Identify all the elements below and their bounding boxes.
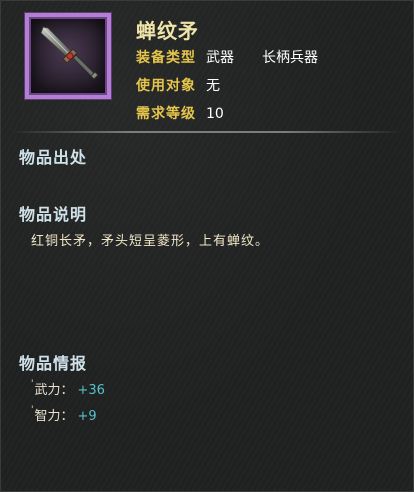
attribute-value: 无 bbox=[206, 78, 220, 94]
attribute-extra: 长柄兵器 bbox=[262, 50, 318, 66]
item-name: 蝉纹矛 bbox=[136, 19, 199, 43]
attribute-key: 装备类型 bbox=[136, 50, 196, 66]
spear-icon bbox=[40, 26, 99, 80]
stat-label: 武力： bbox=[34, 383, 74, 398]
stat-value: +9 bbox=[77, 409, 97, 424]
attribute-value: 武器 bbox=[206, 50, 234, 66]
item-tooltip-panel: 蝉纹矛 装备类型 武器 长柄兵器 使用对象无 需求等级 10 物品出处 物品说明 红铜… bbox=[0, 0, 414, 492]
stat-row: '武力： +36 bbox=[31, 379, 105, 398]
attribute-key: 需求等级 bbox=[136, 106, 196, 122]
header-divider bbox=[11, 131, 403, 133]
attribute-equip-type: 装备类型 武器 长柄兵器 bbox=[136, 48, 318, 68]
attribute-required-level: 需求等级 10 bbox=[136, 104, 224, 124]
stat-row: '智力： +9 bbox=[31, 405, 97, 424]
stat-value: +36 bbox=[77, 383, 105, 398]
section-title-description: 物品说明 bbox=[19, 205, 88, 224]
item-description: 红铜长矛，矛头短呈菱形，上有蝉纹。 bbox=[31, 234, 270, 249]
section-title-source: 物品出处 bbox=[19, 148, 88, 167]
item-icon-frame[interactable] bbox=[25, 13, 111, 99]
attribute-target: 使用对象无 bbox=[136, 76, 220, 96]
stat-label: 智力： bbox=[34, 409, 74, 424]
section-title-info: 物品情报 bbox=[19, 354, 88, 373]
attribute-value: 10 bbox=[206, 106, 224, 122]
attribute-key: 使用对象 bbox=[136, 78, 196, 94]
